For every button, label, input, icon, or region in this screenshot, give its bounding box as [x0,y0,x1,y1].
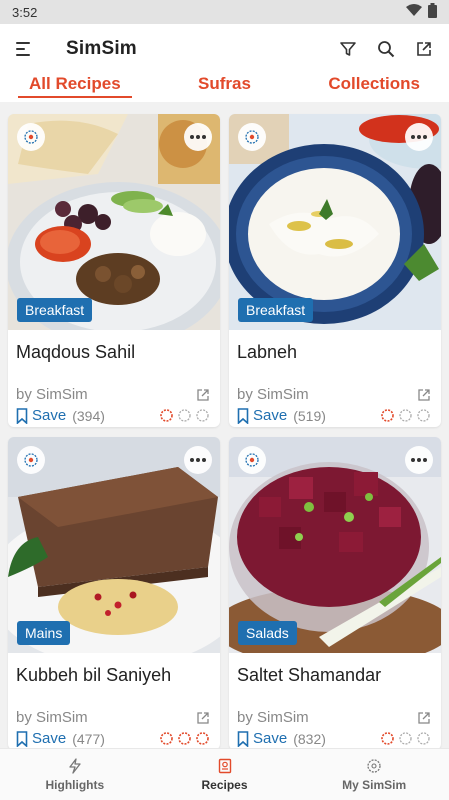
bookmark-icon [237,407,249,424]
tab-collections[interactable]: Collections [299,74,449,102]
bottom-navigation: Highlights Recipes My SimSim [0,748,449,800]
difficulty-flower-icon [417,732,430,745]
recipe-title[interactable]: Maqdous Sahil [8,330,220,372]
recipe-book-icon [218,758,231,773]
save-count: (394) [72,407,105,424]
share-icon[interactable] [417,711,431,725]
simsim-flower-icon [17,446,45,474]
recipe-grid: Breakfast Maqdous Sahil by SimSim Save (… [0,102,449,748]
simsim-flower-icon [238,446,266,474]
save-label: Save [32,407,67,424]
recipe-card[interactable]: Breakfast Labneh by SimSim Save (519) [229,114,441,427]
category-badge: Mains [17,621,71,645]
recipe-tabs: All Recipes Sufras Collections [0,74,449,102]
recipe-image[interactable]: Mains [8,437,220,653]
recipe-title[interactable]: Labneh [229,330,441,372]
recipe-card[interactable]: Salads Saltet Shamandar by SimSim Save (… [229,437,441,748]
difficulty-flower-icon [196,409,209,422]
nav-label: Highlights [45,777,105,792]
bookmark-icon [16,407,28,424]
nav-my-simsim[interactable]: My SimSim [299,749,449,800]
status-bar: 3:52 [0,0,449,24]
recipe-image[interactable]: Salads [229,437,441,653]
wifi-icon [406,4,422,20]
share-icon[interactable] [196,711,210,725]
app-bar: SimSim [0,24,449,74]
recipe-image[interactable]: Breakfast [229,114,441,330]
recipe-card[interactable]: Breakfast Maqdous Sahil by SimSim Save (… [8,114,220,427]
category-badge: Breakfast [238,298,314,322]
difficulty-rating [380,731,431,746]
menu-icon[interactable] [16,42,34,56]
save-label: Save [253,407,288,424]
simsim-flower-icon [238,123,266,151]
nav-label: My SimSim [342,777,407,792]
lightning-icon [69,757,81,774]
save-button[interactable]: Save (394) [16,407,105,424]
recipe-image[interactable]: Breakfast [8,114,220,330]
share-icon[interactable] [196,388,210,402]
recipe-author: by SimSim [16,386,88,403]
bookmark-icon [237,730,249,747]
simsim-flower-icon [367,758,381,773]
difficulty-flower-icon [178,409,191,422]
share-icon[interactable] [415,40,433,58]
category-badge: Breakfast [17,298,93,322]
save-label: Save [32,730,67,747]
save-count: (477) [72,730,105,747]
status-time: 3:52 [12,4,38,20]
nav-label: Recipes [201,777,248,792]
tab-sufras[interactable]: Sufras [150,74,300,102]
tab-all-recipes[interactable]: All Recipes [0,74,150,102]
search-icon[interactable] [377,40,395,58]
more-options-button[interactable] [405,446,433,474]
simsim-flower-icon [17,123,45,151]
more-options-button[interactable] [184,123,212,151]
recipe-author: by SimSim [16,709,88,726]
more-options-button[interactable] [184,446,212,474]
difficulty-flower-icon [160,732,173,745]
difficulty-flower-icon [178,732,191,745]
more-options-button[interactable] [405,123,433,151]
difficulty-flower-icon [381,409,394,422]
difficulty-flower-icon [196,732,209,745]
difficulty-flower-icon [160,409,173,422]
filter-icon[interactable] [339,40,357,58]
difficulty-flower-icon [381,732,394,745]
save-count: (519) [293,407,326,424]
save-button[interactable]: Save (519) [237,407,326,424]
save-button[interactable]: Save (832) [237,730,326,747]
difficulty-rating [159,731,210,746]
save-button[interactable]: Save (477) [16,730,105,747]
recipe-author: by SimSim [237,386,309,403]
category-badge: Salads [238,621,297,645]
save-label: Save [253,730,288,747]
recipe-title[interactable]: Kubbeh bil Saniyeh [8,653,220,695]
bookmark-icon [16,730,28,747]
recipe-author: by SimSim [237,709,309,726]
difficulty-rating [159,408,210,423]
save-count: (832) [293,730,326,747]
difficulty-flower-icon [399,732,412,745]
share-icon[interactable] [417,388,431,402]
recipe-card[interactable]: Mains Kubbeh bil Saniyeh by SimSim Save … [8,437,220,748]
app-title: SimSim [66,38,137,59]
nav-highlights[interactable]: Highlights [0,749,150,800]
recipe-title[interactable]: Saltet Shamandar [229,653,441,695]
difficulty-flower-icon [417,409,430,422]
nav-recipes[interactable]: Recipes [150,749,300,800]
battery-icon [428,3,437,21]
difficulty-rating [380,408,431,423]
difficulty-flower-icon [399,409,412,422]
